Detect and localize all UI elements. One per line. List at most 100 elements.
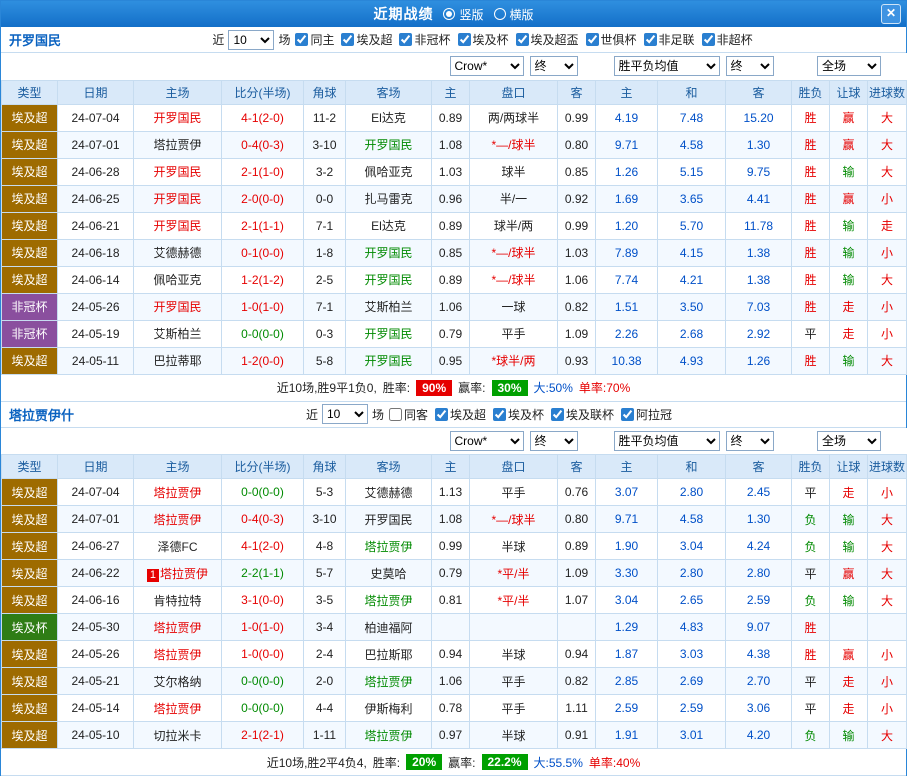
league-checkbox[interactable]: 埃及杯 xyxy=(453,31,509,48)
league-checkbox[interactable]: 非足联 xyxy=(639,31,695,48)
avg-time-select[interactable]: 终 xyxy=(726,56,774,76)
league-checkbox-label: 非足联 xyxy=(659,31,695,48)
avg-home-odds: 1.29 xyxy=(596,614,658,641)
match-date: 24-06-21 xyxy=(58,212,134,239)
same-venue-checkbox[interactable]: 同主 xyxy=(290,31,334,48)
league-checkbox-box[interactable] xyxy=(341,33,354,46)
away-team: 艾斯柏兰 xyxy=(346,293,432,320)
column-header: 角球 xyxy=(304,455,346,479)
league-checkbox[interactable]: 埃及联杯 xyxy=(546,406,614,423)
layout-option-horizontal[interactable]: 横版 xyxy=(494,6,534,23)
result-label: 负 xyxy=(792,722,830,749)
goals-result: 大 xyxy=(868,506,907,533)
odd-rate-text: 单率:40% xyxy=(589,754,640,771)
league-checkbox-box[interactable] xyxy=(435,408,448,421)
avg-time-select[interactable]: 终 xyxy=(726,431,774,451)
handicap-result: 输 xyxy=(830,266,868,293)
table-row: 埃及超24-05-10切拉米卡2-1(2-1)1-11塔拉贾伊0.97半球0.9… xyxy=(2,722,907,749)
team-name-text: 艾德赫德 xyxy=(153,246,201,260)
team-name-text: El达克 xyxy=(371,111,406,125)
match-score: 3-1(0-0) xyxy=(222,587,304,614)
table-row: 埃及杯24-05-30塔拉贾伊1-0(1-0)3-4柏迪福阿1.294.839.… xyxy=(2,614,907,641)
odds-time-select[interactable]: 终 xyxy=(530,56,578,76)
close-icon[interactable]: ✕ xyxy=(881,4,901,24)
team-name-text: 肯特拉特 xyxy=(153,594,201,608)
league-checkbox-label: 埃及超 xyxy=(450,406,486,423)
league-checkbox-box[interactable] xyxy=(493,408,506,421)
league-checkbox[interactable]: 埃及超 xyxy=(336,31,392,48)
match-score: 1-0(0-0) xyxy=(222,641,304,668)
avg-home-odds: 1.26 xyxy=(596,158,658,185)
team-name-text: 巴拉蒂耶 xyxy=(153,354,201,368)
odds-time-select[interactable]: 终 xyxy=(530,431,578,451)
same-venue-checkbox-box[interactable] xyxy=(295,33,308,46)
results-table: Crow*终胜平负均值终全场类型日期主场比分(半场)角球客场主盘口客主和客胜负让… xyxy=(1,53,907,375)
league-checkbox-box[interactable] xyxy=(516,33,529,46)
away-team: 开罗国民 xyxy=(346,506,432,533)
recent-results-dialog: 近期战绩 竖版 横版 ✕ 开罗国民近10场同主埃及超非冠杯埃及杯埃及超盃世俱杯非… xyxy=(0,0,907,776)
odds-source-select[interactable]: Crow* xyxy=(450,431,524,451)
radio-selected-icon xyxy=(443,8,455,20)
corner-count: 5-7 xyxy=(304,560,346,587)
league-checkbox[interactable]: 世俱杯 xyxy=(581,31,637,48)
league-checkbox[interactable]: 埃及超 xyxy=(430,406,486,423)
league-checkbox-box[interactable] xyxy=(551,408,564,421)
handicap-result: 走 xyxy=(830,695,868,722)
league-checkbox-box[interactable] xyxy=(586,33,599,46)
team-name-text: 佩哈亚克 xyxy=(153,273,201,287)
same-venue-checkbox-box[interactable] xyxy=(389,408,402,421)
dropdown-spacer xyxy=(2,428,432,455)
handicap-line xyxy=(470,614,558,641)
home-team: 佩哈亚克 xyxy=(134,266,222,293)
league-checkbox-box[interactable] xyxy=(399,33,412,46)
team-name-text: 艾斯柏兰 xyxy=(364,300,412,314)
home-team: 塔拉贾伊 xyxy=(134,614,222,641)
avg-away-odds: 4.38 xyxy=(726,641,792,668)
league-checkbox-box[interactable] xyxy=(621,408,634,421)
scope-select[interactable]: 全场 xyxy=(817,431,881,451)
scope-select[interactable]: 全场 xyxy=(817,56,881,76)
handicap-line: 半球 xyxy=(470,533,558,560)
league-type: 埃及超 xyxy=(2,722,58,749)
column-header: 角球 xyxy=(304,80,346,104)
handicap-away-odds: 0.80 xyxy=(558,506,596,533)
avg-away-odds: 1.38 xyxy=(726,266,792,293)
handicap-rate-badge: 30% xyxy=(492,380,528,396)
goals-result: 大 xyxy=(868,722,907,749)
league-checkbox-box[interactable] xyxy=(644,33,657,46)
result-label: 平 xyxy=(792,479,830,506)
avg-away-odds: 11.78 xyxy=(726,212,792,239)
recent-count-select[interactable]: 10 xyxy=(228,30,274,50)
avg-away-odds: 1.38 xyxy=(726,239,792,266)
odds-source-select[interactable]: Crow* xyxy=(450,56,524,76)
league-checkbox[interactable]: 阿拉冠 xyxy=(616,406,672,423)
handicap-home-odds: 0.97 xyxy=(432,722,470,749)
result-label: 胜 xyxy=(792,347,830,374)
league-type: 埃及超 xyxy=(2,347,58,374)
column-header-row: 类型日期主场比分(半场)角球客场主盘口客主和客胜负让球进球数 xyxy=(2,455,907,479)
league-checkbox[interactable]: 埃及杯 xyxy=(488,406,544,423)
home-team: 肯特拉特 xyxy=(134,587,222,614)
avg-away-odds: 2.45 xyxy=(726,479,792,506)
home-team: 塔拉贾伊 xyxy=(134,506,222,533)
match-date: 24-06-16 xyxy=(58,587,134,614)
handicap-result: 输 xyxy=(830,212,868,239)
handicap-line: 半/一 xyxy=(470,185,558,212)
match-date: 24-05-30 xyxy=(58,614,134,641)
result-label: 平 xyxy=(792,695,830,722)
league-checkbox[interactable]: 埃及超盃 xyxy=(511,31,579,48)
section-summary: 近10场,胜2平4负4,胜率:20%赢率:22.2%大:55.5%单率:40% xyxy=(1,749,906,776)
avg-type-select[interactable]: 胜平负均值 xyxy=(614,56,720,76)
avg-type-select[interactable]: 胜平负均值 xyxy=(614,431,720,451)
avg-dropdown-cell: 胜平负均值终 xyxy=(596,53,792,80)
league-checkbox[interactable]: 非冠杯 xyxy=(394,31,450,48)
layout-option-vertical[interactable]: 竖版 xyxy=(443,6,483,23)
avg-away-odds: 1.26 xyxy=(726,347,792,374)
league-checkbox-box[interactable] xyxy=(458,33,471,46)
league-checkbox[interactable]: 非超杯 xyxy=(697,31,753,48)
column-header: 让球 xyxy=(830,80,868,104)
corner-count: 5-3 xyxy=(304,479,346,506)
recent-count-select[interactable]: 10 xyxy=(322,404,368,424)
league-checkbox-box[interactable] xyxy=(702,33,715,46)
same-venue-checkbox[interactable]: 同客 xyxy=(384,406,428,423)
